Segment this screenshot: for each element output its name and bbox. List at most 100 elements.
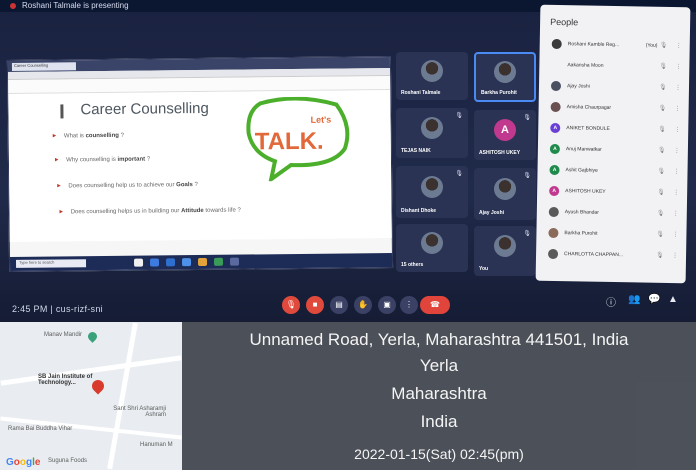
mic-off-icon: 🎙 <box>657 147 666 154</box>
participant-name: Anuj Manwatkar <box>565 146 602 153</box>
mic-off-icon: 🎙 <box>523 231 531 237</box>
mic-off-icon: 🎙 <box>656 252 664 259</box>
more-options-icon[interactable]: ⋮ <box>673 210 679 217</box>
participant-avatar <box>551 59 562 71</box>
stamp-city: Yerla <box>419 356 459 375</box>
chat-icon[interactable]: 💬 <box>648 294 660 305</box>
people-panel-title: People <box>550 16 579 28</box>
people-icon[interactable]: 👥 <box>628 294 640 305</box>
people-list-item[interactable]: A Anuj Manwatkar 🎙 ⋮ <box>549 143 690 160</box>
people-list-item[interactable]: Aakansha Moon 🎙 ⋮ <box>551 59 690 76</box>
more-options-icon[interactable]: ⋮ <box>675 63 681 70</box>
participant-avatar <box>494 61 516 84</box>
people-list-item[interactable]: CHARLOTTA CHAPPAN... 🎙 ⋮ <box>547 248 688 265</box>
more-options-icon[interactable]: ⋮ <box>675 84 681 91</box>
video-tile[interactable]: 🎙 TEJAS NAIK <box>396 108 468 158</box>
mic-off-icon: 🎙 <box>659 42 668 49</box>
meeting-clock: 2:45 PM | cus-rizf-sni <box>12 304 103 314</box>
participant-name: ANIKET BONDULE <box>566 125 610 132</box>
mic-off-icon: 🎙 <box>656 231 665 238</box>
video-tile[interactable]: 🎙 A ASHITOSH UKEY <box>474 110 536 160</box>
talk-speech-bubble: Let's TALK. <box>246 96 350 182</box>
people-list-item[interactable]: Roshani Kamble Reg... (You) 🎙 ⋮ <box>551 38 691 55</box>
taskbar-app-icon[interactable] <box>213 257 224 266</box>
more-options-icon[interactable]: ⋮ <box>675 105 681 112</box>
taskbar-search[interactable]: Type here to search <box>15 259 87 268</box>
tile-name: Roshani Talmale <box>401 90 441 96</box>
video-tile[interactable]: Roshani Talmale <box>396 52 468 100</box>
taskbar-app-icon[interactable] <box>197 257 208 267</box>
mic-off-icon: 🎙 <box>658 126 666 133</box>
more-options-icon[interactable]: ⋮ <box>673 168 679 175</box>
video-tile-active[interactable]: Barkha Purohit <box>474 52 536 102</box>
more-options-icon[interactable]: ⋮ <box>674 126 680 133</box>
video-tile[interactable]: 🎙 Ajay Joshi <box>474 168 536 220</box>
participant-avatar <box>550 80 562 92</box>
map-label-vihar: Rama Bai Buddha Vihar <box>8 426 73 432</box>
video-tile[interactable]: 🎙 Dishant Dhoke <box>396 166 468 218</box>
windows-taskbar: Type here to search <box>9 252 393 271</box>
mic-off-icon: 🎙 <box>657 168 666 175</box>
people-list-item[interactable]: Barkha Purohit 🎙 ⋮ <box>548 227 688 244</box>
more-options-icon[interactable]: ⋮ <box>672 231 678 238</box>
slide-bullet-2: Why counselling is important ? <box>55 155 150 164</box>
google-logo: Google <box>6 457 41 468</box>
participant-name: Ayush Bhandar <box>564 209 599 216</box>
participant-name: CHARLOTTA CHAPPAN... <box>564 251 624 259</box>
participant-name: Aakansha Moon <box>567 62 604 69</box>
captions-button[interactable]: ▤ <box>330 296 348 314</box>
people-list-item[interactable]: A Ashit Gajbhiye 🎙 ⋮ <box>549 164 689 181</box>
participant-name: Ashit Gajbhiye <box>565 167 598 174</box>
map-pin-icon <box>86 330 99 343</box>
shared-browser-window: Career Counselling Career Counselling Wh… <box>6 55 394 273</box>
more-options-icon[interactable]: ⋮ <box>674 147 680 154</box>
participant-avatar <box>421 60 443 83</box>
browser-tab[interactable]: Career Counselling <box>11 62 77 71</box>
mic-off-icon: 🎙 <box>455 171 463 177</box>
mic-off-icon: 🎙 <box>455 113 463 119</box>
mic-toggle-button[interactable]: 🎙 <box>282 296 300 314</box>
bubble-talk-text: TALK. <box>255 128 324 156</box>
info-icon[interactable]: ⓘ <box>606 294 616 309</box>
bubble-lets-text: Let's <box>310 115 331 125</box>
people-list-item[interactable]: Ajay Joshi 🎙 ⋮ <box>550 80 691 97</box>
more-options-icon[interactable]: ⋮ <box>676 42 682 49</box>
participant-avatar: A <box>494 119 516 141</box>
participant-avatar <box>548 227 559 239</box>
slide-bullet-1: What is counselling ? <box>53 131 124 140</box>
presenting-text: Roshani Talmale is presenting <box>22 1 129 10</box>
slide-title: Career Counselling <box>80 99 209 119</box>
mic-off-icon: 🎙 <box>658 84 667 91</box>
mic-off-icon: 🎙 <box>658 105 667 112</box>
raise-hand-button[interactable]: ✋ <box>354 296 372 314</box>
others-avatar <box>421 232 443 255</box>
camera-toggle-button[interactable]: ■ <box>306 296 324 314</box>
taskbar-app-icon[interactable] <box>165 258 176 267</box>
slide-bullet-4: Does counselling helps us in building ou… <box>59 206 241 216</box>
taskbar-app-icon[interactable] <box>181 258 192 267</box>
activities-icon[interactable]: ▲ <box>668 294 678 305</box>
participant-avatar <box>548 206 559 218</box>
tile-name: ASHITOSH UKEY <box>479 150 521 156</box>
people-list-item[interactable]: Ayush Bhandar 🎙 ⋮ <box>548 206 689 223</box>
map-label-foods: Suguna Foods <box>48 458 88 464</box>
meeting-screen-photo: Roshani Talmale is presenting Career Cou… <box>0 0 696 322</box>
slide-bullet-3: Does counselling help us to achieve our … <box>57 180 198 189</box>
taskbar-app-icon[interactable] <box>149 258 160 267</box>
people-list-item[interactable]: A ASHITOSH UKEY 🎙 ⋮ <box>549 185 689 202</box>
video-tile-self[interactable]: 🎙 You <box>474 226 536 276</box>
participant-avatar: A <box>549 164 560 176</box>
participant-avatar: A <box>550 122 561 134</box>
leave-call-button[interactable]: ☎ <box>420 296 450 314</box>
people-list-item[interactable]: A ANIKET BONDULE 🎙 ⋮ <box>550 122 690 139</box>
taskbar-app-icon[interactable] <box>229 257 240 266</box>
more-options-icon[interactable]: ⋮ <box>673 189 679 196</box>
more-options-icon[interactable]: ⋮ <box>672 252 678 259</box>
more-options-button[interactable]: ⋮ <box>400 296 418 314</box>
present-button[interactable]: ▣ <box>378 296 396 314</box>
taskbar-app-icon[interactable] <box>133 258 144 267</box>
people-list-item[interactable]: Amisha Chaurpagar 🎙 ⋮ <box>550 101 690 118</box>
participant-avatar <box>421 117 443 139</box>
recording-dot-icon <box>10 3 16 9</box>
video-tile-others[interactable]: 15 others <box>396 224 468 272</box>
